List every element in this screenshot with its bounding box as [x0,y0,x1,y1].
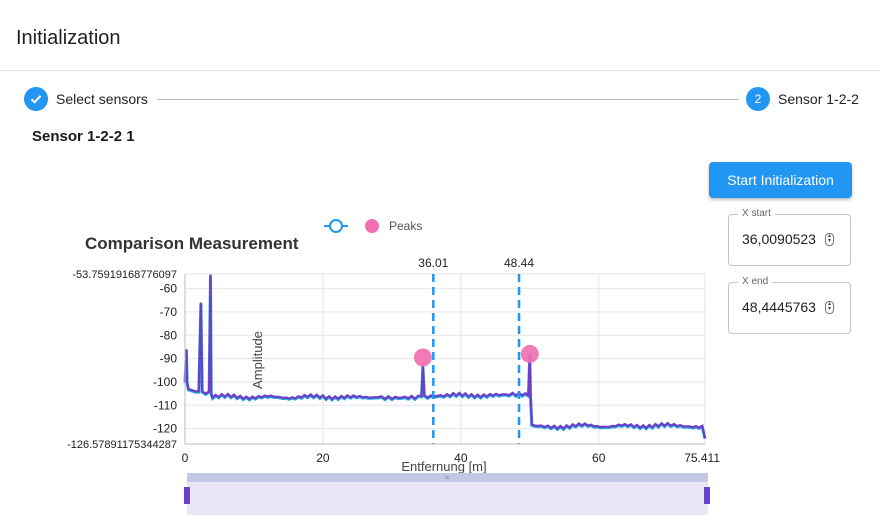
step-sensor[interactable]: 2 Sensor 1-2-2 [746,87,859,111]
peak-point[interactable] [520,344,539,363]
x-tick-label: 40 [454,451,468,465]
comparison-chart[interactable]: 36.01 48.44 Amplitude Entfernung [m] Comp… [0,205,720,530]
y-axis-label: Amplitude [250,331,265,389]
start-initialization-button[interactable]: Start Initialization [709,162,852,198]
page-title: Initialization [16,27,121,49]
x-tick-label: 20 [316,451,330,465]
x-tick-label: 60 [592,451,606,465]
zoom-selection[interactable] [187,482,708,515]
x-axis-label: Entfernung [m] [401,459,486,474]
peak-point[interactable] [413,348,432,367]
sensor-title: Sensor 1-2-2 1 [32,128,135,145]
y-tick-label: -100 [153,375,177,389]
legend-series-icon [329,219,343,233]
marker-label: 48.44 [504,256,534,270]
x-start-input[interactable] [742,231,822,247]
spinner-icon[interactable]: ▴ ▾ [825,301,834,314]
step-number: 2 [746,87,770,111]
legend-peaks-label: Peaks [389,219,422,233]
x-end-label: X end [738,276,773,287]
y-tick-label: -120 [153,422,177,436]
x-end-field: X end ▴▾ [728,276,851,334]
axes-layer: Amplitude Entfernung [m] Comparison Meas… [67,234,720,474]
chart-legend[interactable]: Peaks [324,219,422,233]
zoom-grip-icon[interactable]: ≡ [445,475,449,482]
x-tick-label: 75.4111 [684,451,720,465]
x-end-input[interactable] [742,299,822,315]
check-icon [24,87,48,111]
y-tick-label: -60 [160,282,178,296]
y-tick-label: -110 [154,398,177,412]
step-label: Sensor 1-2-2 [778,91,859,107]
step-select-sensors[interactable]: Select sensors [24,87,148,111]
zoom-handle-right[interactable] [704,487,710,504]
step-label: Select sensors [56,91,148,107]
chart-title: Comparison Measurement [85,234,299,253]
x-start-label: X start [738,208,775,219]
legend-peaks-icon [365,219,379,233]
zoom-slider[interactable]: ≡ [184,473,710,515]
spinner-icon[interactable]: ▴ ▾ [825,233,834,246]
stepper: Select sensors 2 Sensor 1-2-2 [24,87,860,111]
marker-layer: 36.01 48.44 [418,256,534,444]
step-connector [157,99,739,100]
y-max-label: -53.75919168776097 [72,269,177,281]
y-tick-label: -80 [160,328,178,342]
x-start-field: X start ▴▾ [728,208,851,266]
header-divider [0,70,880,71]
marker-label: 36.01 [418,256,448,270]
x-tick-label: 0 [182,451,189,465]
y-tick-label: -90 [160,352,178,366]
zoom-handle-left[interactable] [184,487,190,504]
y-tick-label: -70 [160,305,178,319]
y-min-label: -126.57891175344287 [67,439,177,451]
